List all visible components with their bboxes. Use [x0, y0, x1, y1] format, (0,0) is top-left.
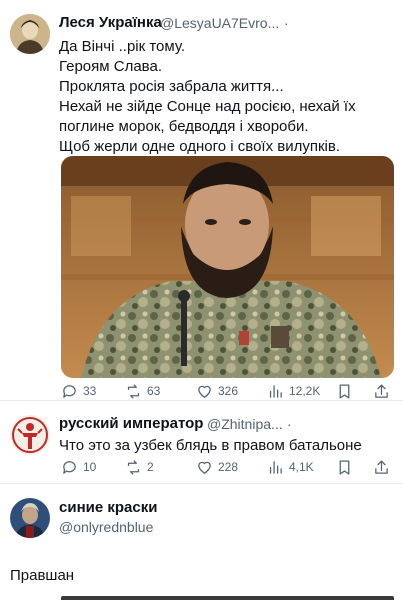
- share-button[interactable]: [373, 457, 390, 477]
- bookmark-button[interactable]: [336, 457, 353, 477]
- reply-post[interactable]: синие краски @onlyrednblue Правшан: [0, 484, 403, 600]
- reply-button[interactable]: 33: [61, 381, 96, 401]
- tweet-text: Что это за узбек блядь в правом батальон…: [59, 437, 362, 454]
- avatar-sinie-kraski[interactable]: [10, 498, 50, 538]
- like-count: 228: [218, 460, 239, 474]
- retweet-button[interactable]: 2: [125, 457, 154, 477]
- user-handle[interactable]: @Zhitnipa...: [207, 416, 283, 432]
- views-count: 4,1K: [289, 460, 314, 474]
- text-line: Щоб жерли одне одного і своїх вилупків.: [59, 138, 341, 155]
- profile-image: [10, 498, 50, 538]
- share-button[interactable]: [373, 381, 390, 401]
- views-icon: [269, 384, 282, 398]
- display-name[interactable]: синие краски: [59, 499, 157, 516]
- avatar-lesya[interactable]: [10, 14, 50, 54]
- bookmark-icon: [339, 459, 350, 475]
- tweet-lesya[interactable]: Леся Українка @LesyaUA7Evro... · Да Вінч…: [0, 0, 403, 400]
- views-count: 12,2K: [289, 384, 321, 398]
- text-line: Героям Слава.: [59, 58, 162, 75]
- tweet-emperor[interactable]: русский император @Zhitnipa... · Что это…: [0, 401, 403, 483]
- avatar-emperor[interactable]: [10, 415, 50, 455]
- reply-count: 10: [83, 460, 97, 474]
- separator-dot: ·: [284, 15, 289, 31]
- portrait-image: [10, 14, 50, 54]
- reply-count: 33: [83, 384, 97, 398]
- text-line: Проклята росія забрала життя...: [59, 78, 284, 95]
- reply-text: Правшан: [10, 567, 75, 584]
- user-handle[interactable]: @LesyaUA7Evro...: [160, 15, 279, 31]
- share-icon: [375, 459, 388, 474]
- tweet-actions: 33 63 326 12,2K: [61, 381, 396, 401]
- bookmark-button[interactable]: [336, 381, 353, 401]
- retweet-button[interactable]: 63: [125, 381, 160, 401]
- display-name[interactable]: русский император: [59, 415, 203, 432]
- retweet-icon: [127, 459, 140, 475]
- retweet-count: 63: [147, 384, 161, 398]
- soldier-photo: [61, 156, 394, 378]
- user-handle[interactable]: @onlyrednblue: [59, 519, 153, 535]
- display-name[interactable]: Леся Українка: [59, 14, 162, 31]
- bottom-image-strip: [61, 596, 394, 600]
- share-icon: [375, 383, 388, 398]
- like-button[interactable]: 326: [196, 381, 238, 401]
- text-line: Да Вінчі ..рік тому.: [59, 38, 186, 55]
- views-icon: [269, 460, 282, 474]
- retweet-icon: [127, 383, 140, 399]
- separator-dot: ·: [287, 416, 292, 432]
- like-count: 326: [218, 384, 239, 398]
- bookmark-icon: [339, 383, 350, 399]
- reply-icon: [63, 460, 76, 474]
- text-line: поглине морок, бедводдя і хвороби.: [59, 118, 309, 135]
- text-line: Нехай не зійде Сонце над росією, нехай ї…: [59, 98, 356, 115]
- reply-button[interactable]: 10: [61, 457, 96, 477]
- tweet-actions: 10 2 228 4,1K: [61, 457, 396, 477]
- like-button[interactable]: 228: [196, 457, 238, 477]
- tweet-photo[interactable]: [61, 156, 394, 378]
- like-icon: [198, 385, 211, 398]
- reply-icon: [63, 384, 76, 398]
- emblem-image: [10, 415, 50, 455]
- views-button[interactable]: 12,2K: [267, 381, 320, 401]
- like-icon: [198, 461, 211, 474]
- retweet-count: 2: [147, 460, 154, 474]
- views-button[interactable]: 4,1K: [267, 457, 314, 477]
